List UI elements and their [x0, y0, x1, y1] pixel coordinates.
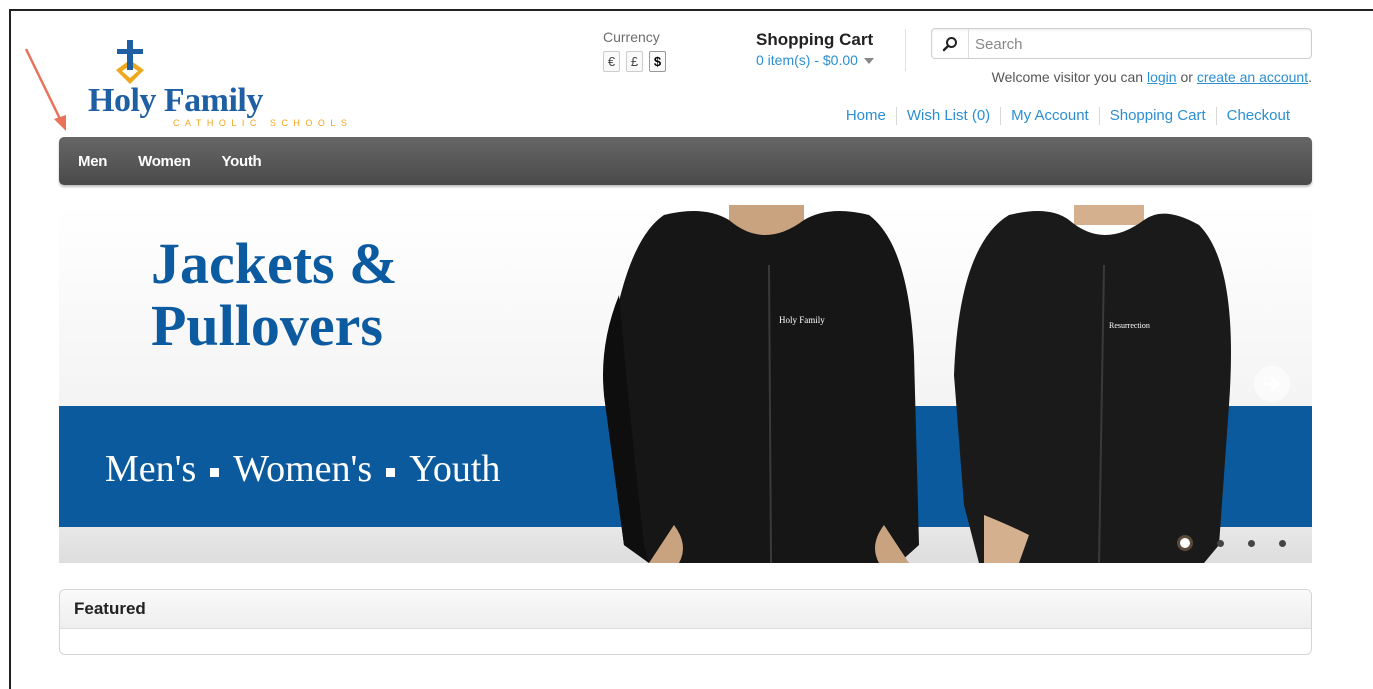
banner-headline-line2: Pullovers	[151, 293, 383, 358]
slide-dot-3[interactable]	[1248, 539, 1255, 547]
cart-widget[interactable]: Shopping Cart 0 item(s) - $0.00	[756, 30, 874, 68]
banner-headline-line1: Jackets &	[151, 231, 398, 296]
annotation-arrow	[24, 48, 66, 131]
welcome-message: Welcome visitor you can login or create …	[992, 69, 1312, 85]
nav-item-women[interactable]: Women	[138, 153, 191, 170]
logo-name: Holy Family	[88, 82, 263, 119]
top-link-home[interactable]: Home	[836, 107, 896, 125]
currency-selector: Currency € £ $	[603, 29, 666, 72]
nav-item-men[interactable]: Men	[78, 153, 107, 170]
search-box	[931, 28, 1312, 60]
featured-title: Featured	[60, 590, 1311, 629]
welcome-suffix: .	[1308, 69, 1312, 85]
banner-categories: Men's Women's Youth	[105, 447, 500, 491]
slide-dot-1[interactable]	[1177, 535, 1193, 551]
square-bullet-icon	[210, 467, 220, 477]
search-icon	[942, 36, 957, 51]
next-slide-button[interactable]	[1254, 366, 1290, 402]
jacket-logo-right: Resurrection	[1109, 321, 1150, 330]
site-logo[interactable]: Holy Family CATHOLIC SCHOOLS	[88, 40, 363, 130]
slide-dot-4[interactable]	[1279, 539, 1286, 547]
banner-category-men: Men's	[105, 448, 197, 490]
currency-pound-button[interactable]: £	[626, 51, 643, 72]
slide-dot-2[interactable]	[1217, 539, 1224, 547]
slide-dots	[1177, 535, 1286, 551]
search-button[interactable]	[932, 29, 969, 58]
cart-title: Shopping Cart	[756, 30, 874, 49]
top-link-cart[interactable]: Shopping Cart	[1098, 107, 1216, 125]
main-nav: Men Women Youth	[59, 137, 1312, 185]
banner-models-image: Holy Family Resurrection	[603, 205, 1231, 563]
top-link-account[interactable]: My Account	[1000, 107, 1099, 125]
welcome-prefix: Welcome visitor you can	[991, 69, 1144, 85]
header-divider	[905, 29, 906, 71]
currency-buttons: € £ $	[603, 51, 666, 72]
banner-category-women: Women's	[233, 448, 373, 490]
login-link[interactable]: login	[1147, 69, 1177, 85]
cart-summary[interactable]: 0 item(s) - $0.00	[756, 52, 874, 68]
create-account-link[interactable]: create an account	[1197, 69, 1308, 85]
cart-summary-text: 0 item(s) - $0.00	[756, 52, 858, 68]
top-links: Home Wish List (0) My Account Shopping C…	[836, 107, 1300, 125]
jacket-logo-left: Holy Family	[779, 315, 825, 325]
featured-box: Featured	[59, 589, 1312, 655]
top-link-wishlist[interactable]: Wish List (0)	[895, 107, 1000, 125]
nav-item-youth[interactable]: Youth	[222, 153, 262, 170]
currency-euro-button[interactable]: €	[603, 51, 620, 72]
welcome-or: or	[1180, 69, 1193, 85]
banner-category-youth: Youth	[409, 448, 501, 490]
currency-title: Currency	[603, 29, 660, 45]
logo-subtitle: CATHOLIC SCHOOLS	[173, 118, 353, 128]
hero-banner[interactable]: Jackets & Pullovers Men's Women's Youth …	[59, 205, 1312, 563]
square-bullet-icon	[386, 467, 396, 477]
arrow-right-icon	[1263, 376, 1280, 392]
cross-heart-icon	[116, 40, 144, 84]
top-link-checkout[interactable]: Checkout	[1215, 107, 1300, 125]
chevron-down-icon	[863, 58, 874, 64]
banner-headline: Jackets & Pullovers	[151, 233, 571, 357]
search-input[interactable]	[969, 29, 1307, 60]
currency-dollar-button[interactable]: $	[649, 51, 666, 72]
